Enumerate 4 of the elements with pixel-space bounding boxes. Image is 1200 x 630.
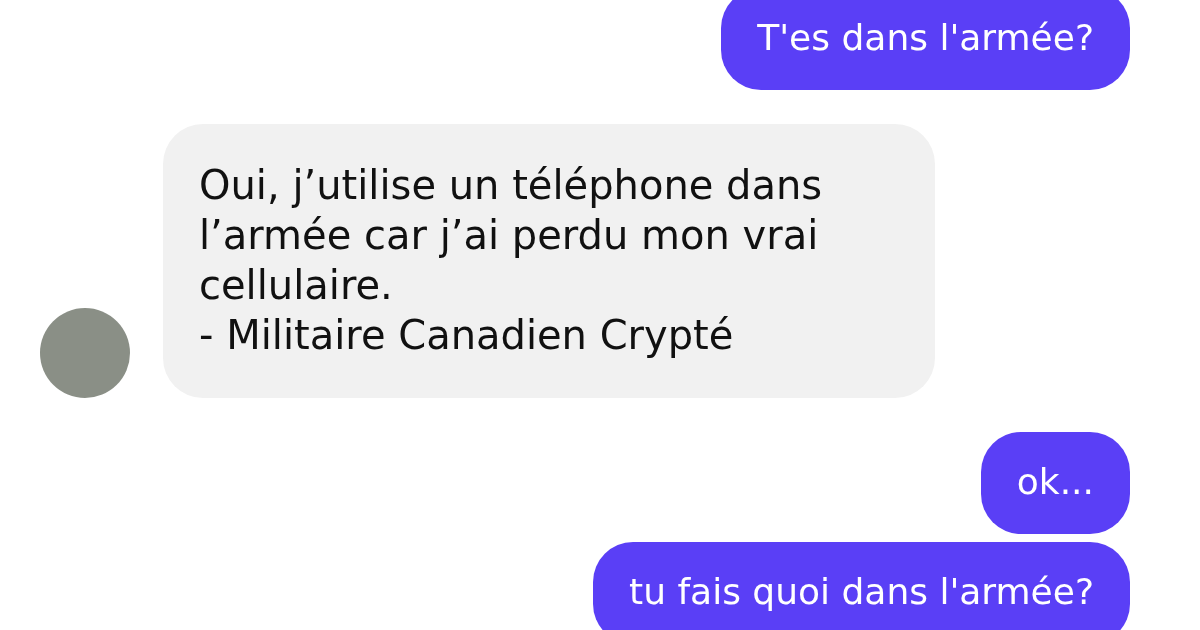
message-bubble: ok...: [980, 432, 1130, 534]
message-bubble: T'es dans l'armée?: [721, 0, 1130, 90]
message-bubble: Oui, j’utilise un téléphone dans l’armée car j’ai perdu mon vrai cellulaire. - Militaire Canadien Crypté: [163, 124, 935, 398]
message-bubble: tu fais quoi dans l'armée?: [593, 542, 1130, 630]
